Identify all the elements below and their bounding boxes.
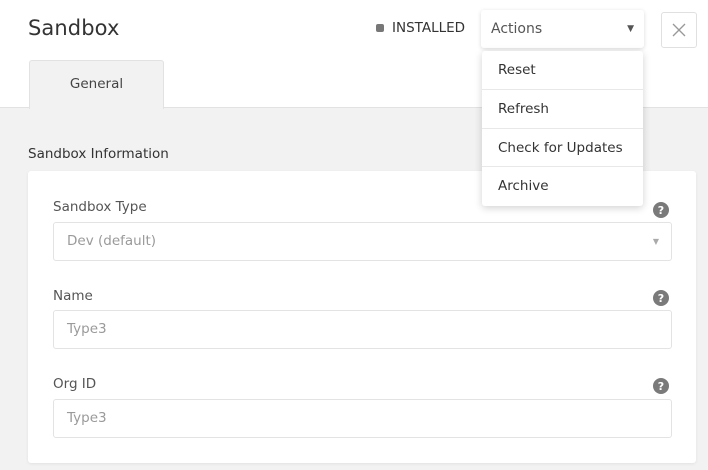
sandbox-type-select[interactable]: Dev (default) ▼: [53, 222, 672, 261]
actions-menu: Reset Refresh Check for Updates Archive: [482, 51, 643, 206]
close-button[interactable]: [661, 12, 697, 48]
caret-down-icon: ▼: [627, 24, 634, 34]
name-value: Type3: [67, 321, 107, 337]
menu-item-check-for-updates[interactable]: Check for Updates: [482, 129, 643, 168]
org-id-field[interactable]: Type3: [53, 399, 672, 438]
actions-label: Actions: [491, 21, 543, 37]
close-icon: [672, 23, 686, 37]
org-id-label: Org ID: [53, 376, 97, 392]
tab-general[interactable]: General: [29, 60, 164, 109]
status-indicator: INSTALLED: [376, 20, 465, 36]
actions-dropdown[interactable]: Actions ▼: [481, 10, 644, 48]
menu-item-reset[interactable]: Reset: [482, 51, 643, 90]
menu-item-archive[interactable]: Archive: [482, 167, 643, 206]
caret-down-icon: ▼: [652, 237, 659, 246]
question-circle-icon[interactable]: ?: [653, 202, 669, 218]
page-title: Sandbox: [28, 16, 120, 40]
square-dot-icon: [376, 24, 384, 32]
sandbox-type-value: Dev (default): [67, 233, 157, 249]
question-circle-icon[interactable]: ?: [653, 378, 669, 394]
status-label: INSTALLED: [392, 20, 466, 36]
name-label: Name: [53, 288, 93, 304]
sandbox-type-label: Sandbox Type: [53, 199, 147, 215]
menu-item-refresh[interactable]: Refresh: [482, 90, 643, 129]
name-field[interactable]: Type3: [53, 310, 672, 349]
org-id-value: Type3: [67, 410, 107, 426]
section-title: Sandbox Information: [28, 146, 169, 162]
question-circle-icon[interactable]: ?: [653, 290, 669, 306]
